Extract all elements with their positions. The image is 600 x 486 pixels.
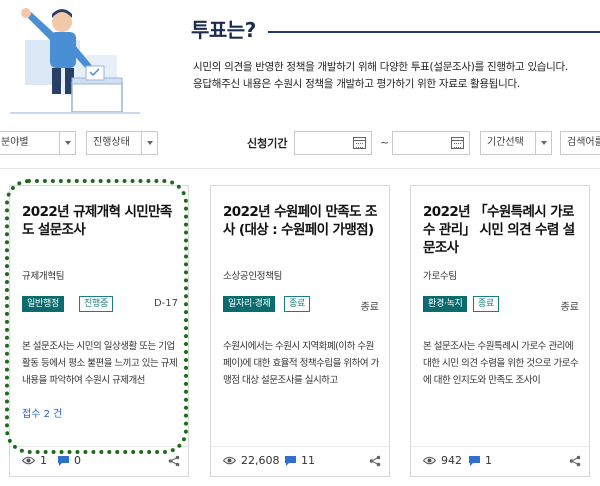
page-description: 시민의 의견을 반영한 정책을 개발하기 위해 다양한 투표(설문조사)를 진행… [193,59,568,93]
category-select[interactable]: 분야별 [0,131,76,155]
page-title: 투표는? [191,18,256,42]
description-line-1: 시민의 의견을 반영한 정책을 개발하기 위해 다양한 투표(설문조사)를 진행… [193,61,568,73]
category-badge: 일자리·경제 [223,296,276,312]
state-select[interactable]: 진행상태 [86,131,158,155]
deadline-label: D-17 [153,298,178,309]
eye-icon [22,456,35,465]
deadline-label: 종료 [360,302,379,313]
view-stat: 1 [22,454,47,467]
status-badge: 진행중 [79,296,113,312]
submission-count-link[interactable]: 접수 2 건 [22,405,62,420]
comment-stat: 0 [58,454,81,467]
card-department: 소상공인정책팀 [223,271,283,282]
status-badge: 종료 [284,296,310,312]
search-type-select[interactable]: 검색어를 [560,131,600,155]
view-count: 1 [40,454,47,467]
state-select-value: 진행상태 [93,137,130,148]
comment-icon [58,455,69,466]
section-divider [0,168,600,169]
chevron-down-icon [59,132,75,154]
period-label: 신청기간 [247,137,288,150]
view-stat: 22,608 [223,454,280,467]
comment-stat: 1 [469,454,492,467]
deadline-label: 종료 [560,302,579,313]
card-title[interactable]: 2022년 규제개혁 시민만족도 설문조사 [22,203,182,239]
comment-count: 0 [74,454,81,467]
category-badge: 일반행정 [22,296,64,312]
comment-count: 1 [485,454,492,467]
comment-count: 11 [301,454,315,467]
voting-illustration [10,8,140,114]
share-icon[interactable] [369,455,381,467]
status-badge: 종료 [473,296,499,312]
period-select-value: 기간선택 [487,137,524,148]
chevron-down-icon [535,132,551,154]
card-summary: 본 설문조사는 시민의 일상생활 또는 기업활동 등에서 평소 불편을 느끼고 … [22,341,178,386]
survey-card[interactable]: 2022년 규제개혁 시민만족도 설문조사 규제개혁팀 일반행정 진행중 D-1… [9,185,189,477]
survey-card[interactable]: 2022년 「수원특례시 가로수 관리」 시민 의견 수렴 설문조사 가로수팀 … [410,185,590,477]
share-icon[interactable] [569,455,581,467]
view-stat: 942 [423,454,462,467]
comment-icon [469,455,480,466]
card-department: 가로수팀 [423,271,457,282]
eye-icon [223,456,236,465]
start-date-input[interactable] [294,131,372,155]
period-select[interactable]: 기간선택 [480,131,552,155]
card-title[interactable]: 2022년 「수원특례시 가로수 관리」 시민 의견 수렴 설문조사 [423,203,583,257]
chevron-down-icon [141,132,157,154]
calendar-icon[interactable] [451,137,464,149]
hero-section: 투표는? 시민의 의견을 반영한 정책을 개발하기 위해 다양한 투표(설문조사… [0,0,600,122]
share-icon[interactable] [168,455,180,467]
card-department: 규제개혁팀 [22,271,65,282]
title-divider [268,31,600,33]
filter-bar: 분야별 진행상태 신청기간 ~ 기간선택 검색어를 [0,131,600,157]
view-count: 22,608 [241,454,280,467]
card-footer: 942 1 [411,446,589,476]
period-separator: ~ [380,136,390,149]
category-badge: 환경·녹지 [423,296,468,312]
view-count: 942 [441,454,462,467]
survey-card[interactable]: 2022년 수원페이 만족도 조사 (대상 : 수원페이 가맹점) 소상공인정책… [210,185,390,477]
comment-stat: 11 [285,454,315,467]
card-title[interactable]: 2022년 수원페이 만족도 조사 (대상 : 수원페이 가맹점) [223,203,383,239]
card-summary: 본 설문조사는 수원특례시 가로수 관리에 대한 시민 의견 수렴을 위한 것으… [423,341,579,386]
calendar-icon[interactable] [353,137,366,149]
comment-icon [285,455,296,466]
card-footer: 22,608 11 [211,446,389,476]
description-line-2: 응답해주신 내용은 수원시 정책을 개발하고 평가하기 위한 자료로 활용됩니다… [193,78,520,90]
card-summary: 수원시에서는 수원시 지역화폐(이하 수원페이)에 대한 효율적 정책수립을 위… [223,341,379,386]
card-footer: 1 0 [10,446,188,476]
eye-icon [423,456,436,465]
end-date-input[interactable] [392,131,470,155]
category-select-value: 분야별 [1,137,29,148]
